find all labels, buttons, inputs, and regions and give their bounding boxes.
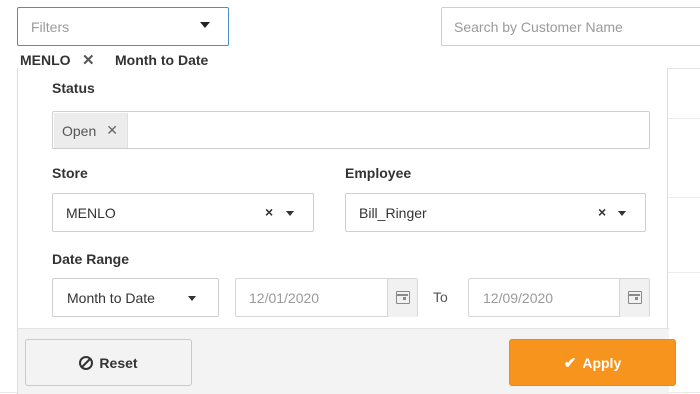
check-icon: ✔: [563, 354, 577, 372]
apply-button[interactable]: ✔ Apply: [509, 339, 676, 386]
caret-down-icon: [200, 22, 210, 28]
status-tag-open: Open ✕: [54, 113, 128, 148]
caret-down-icon: [618, 211, 626, 216]
background-row-line: [668, 272, 700, 273]
background-divider: [668, 68, 700, 69]
filters-placeholder: Filters: [31, 19, 70, 35]
date-range-preset-select[interactable]: Month to Date: [52, 278, 219, 317]
date-range-preset-value: Month to Date: [67, 290, 155, 306]
status-tag-label: Open: [62, 122, 97, 139]
employee-value: Bill_Ringer: [359, 205, 427, 221]
date-to-value: 12/09/2020: [483, 290, 554, 306]
caret-down-icon: [286, 211, 294, 216]
caret-down-icon: [188, 296, 196, 301]
filters-dropdown[interactable]: Filters: [17, 7, 229, 46]
store-value: MENLO: [66, 205, 116, 221]
filter-panel: Status Open ✕ Store MENLO × Employee Bil…: [17, 68, 676, 394]
apply-button-label: Apply: [582, 354, 622, 371]
reset-button[interactable]: Reset: [25, 339, 192, 386]
date-to-label: To: [433, 289, 448, 305]
date-to-calendar-button[interactable]: [619, 279, 649, 317]
date-to-input[interactable]: 12/09/2020: [468, 278, 650, 317]
store-select[interactable]: MENLO ×: [52, 193, 314, 232]
clear-icon[interactable]: ×: [265, 204, 273, 220]
date-from-calendar-button[interactable]: [387, 279, 417, 317]
background-row-line: [668, 197, 700, 198]
search-input[interactable]: Search by Customer Name: [441, 7, 700, 46]
clear-icon[interactable]: ×: [598, 204, 606, 220]
close-icon[interactable]: ✕: [106, 122, 118, 139]
employee-select[interactable]: Bill_Ringer ×: [345, 193, 646, 232]
store-label: Store: [52, 165, 88, 181]
calendar-icon: [628, 291, 642, 304]
close-icon[interactable]: ✕: [82, 51, 95, 69]
date-range-label: Date Range: [52, 251, 130, 267]
calendar-icon: [396, 291, 410, 304]
search-placeholder: Search by Customer Name: [454, 19, 623, 35]
date-from-input[interactable]: 12/01/2020: [235, 278, 418, 317]
background-row-line: [668, 118, 700, 119]
status-label: Status: [52, 80, 95, 96]
status-multiselect[interactable]: Open ✕: [52, 111, 650, 149]
date-from-value: 12/01/2020: [249, 290, 320, 306]
ban-icon: [79, 355, 94, 370]
applied-filter-date: Month to Date: [115, 52, 209, 68]
reset-button-label: Reset: [99, 354, 138, 371]
employee-label: Employee: [345, 165, 412, 181]
applied-filter-store: MENLO: [20, 52, 71, 68]
